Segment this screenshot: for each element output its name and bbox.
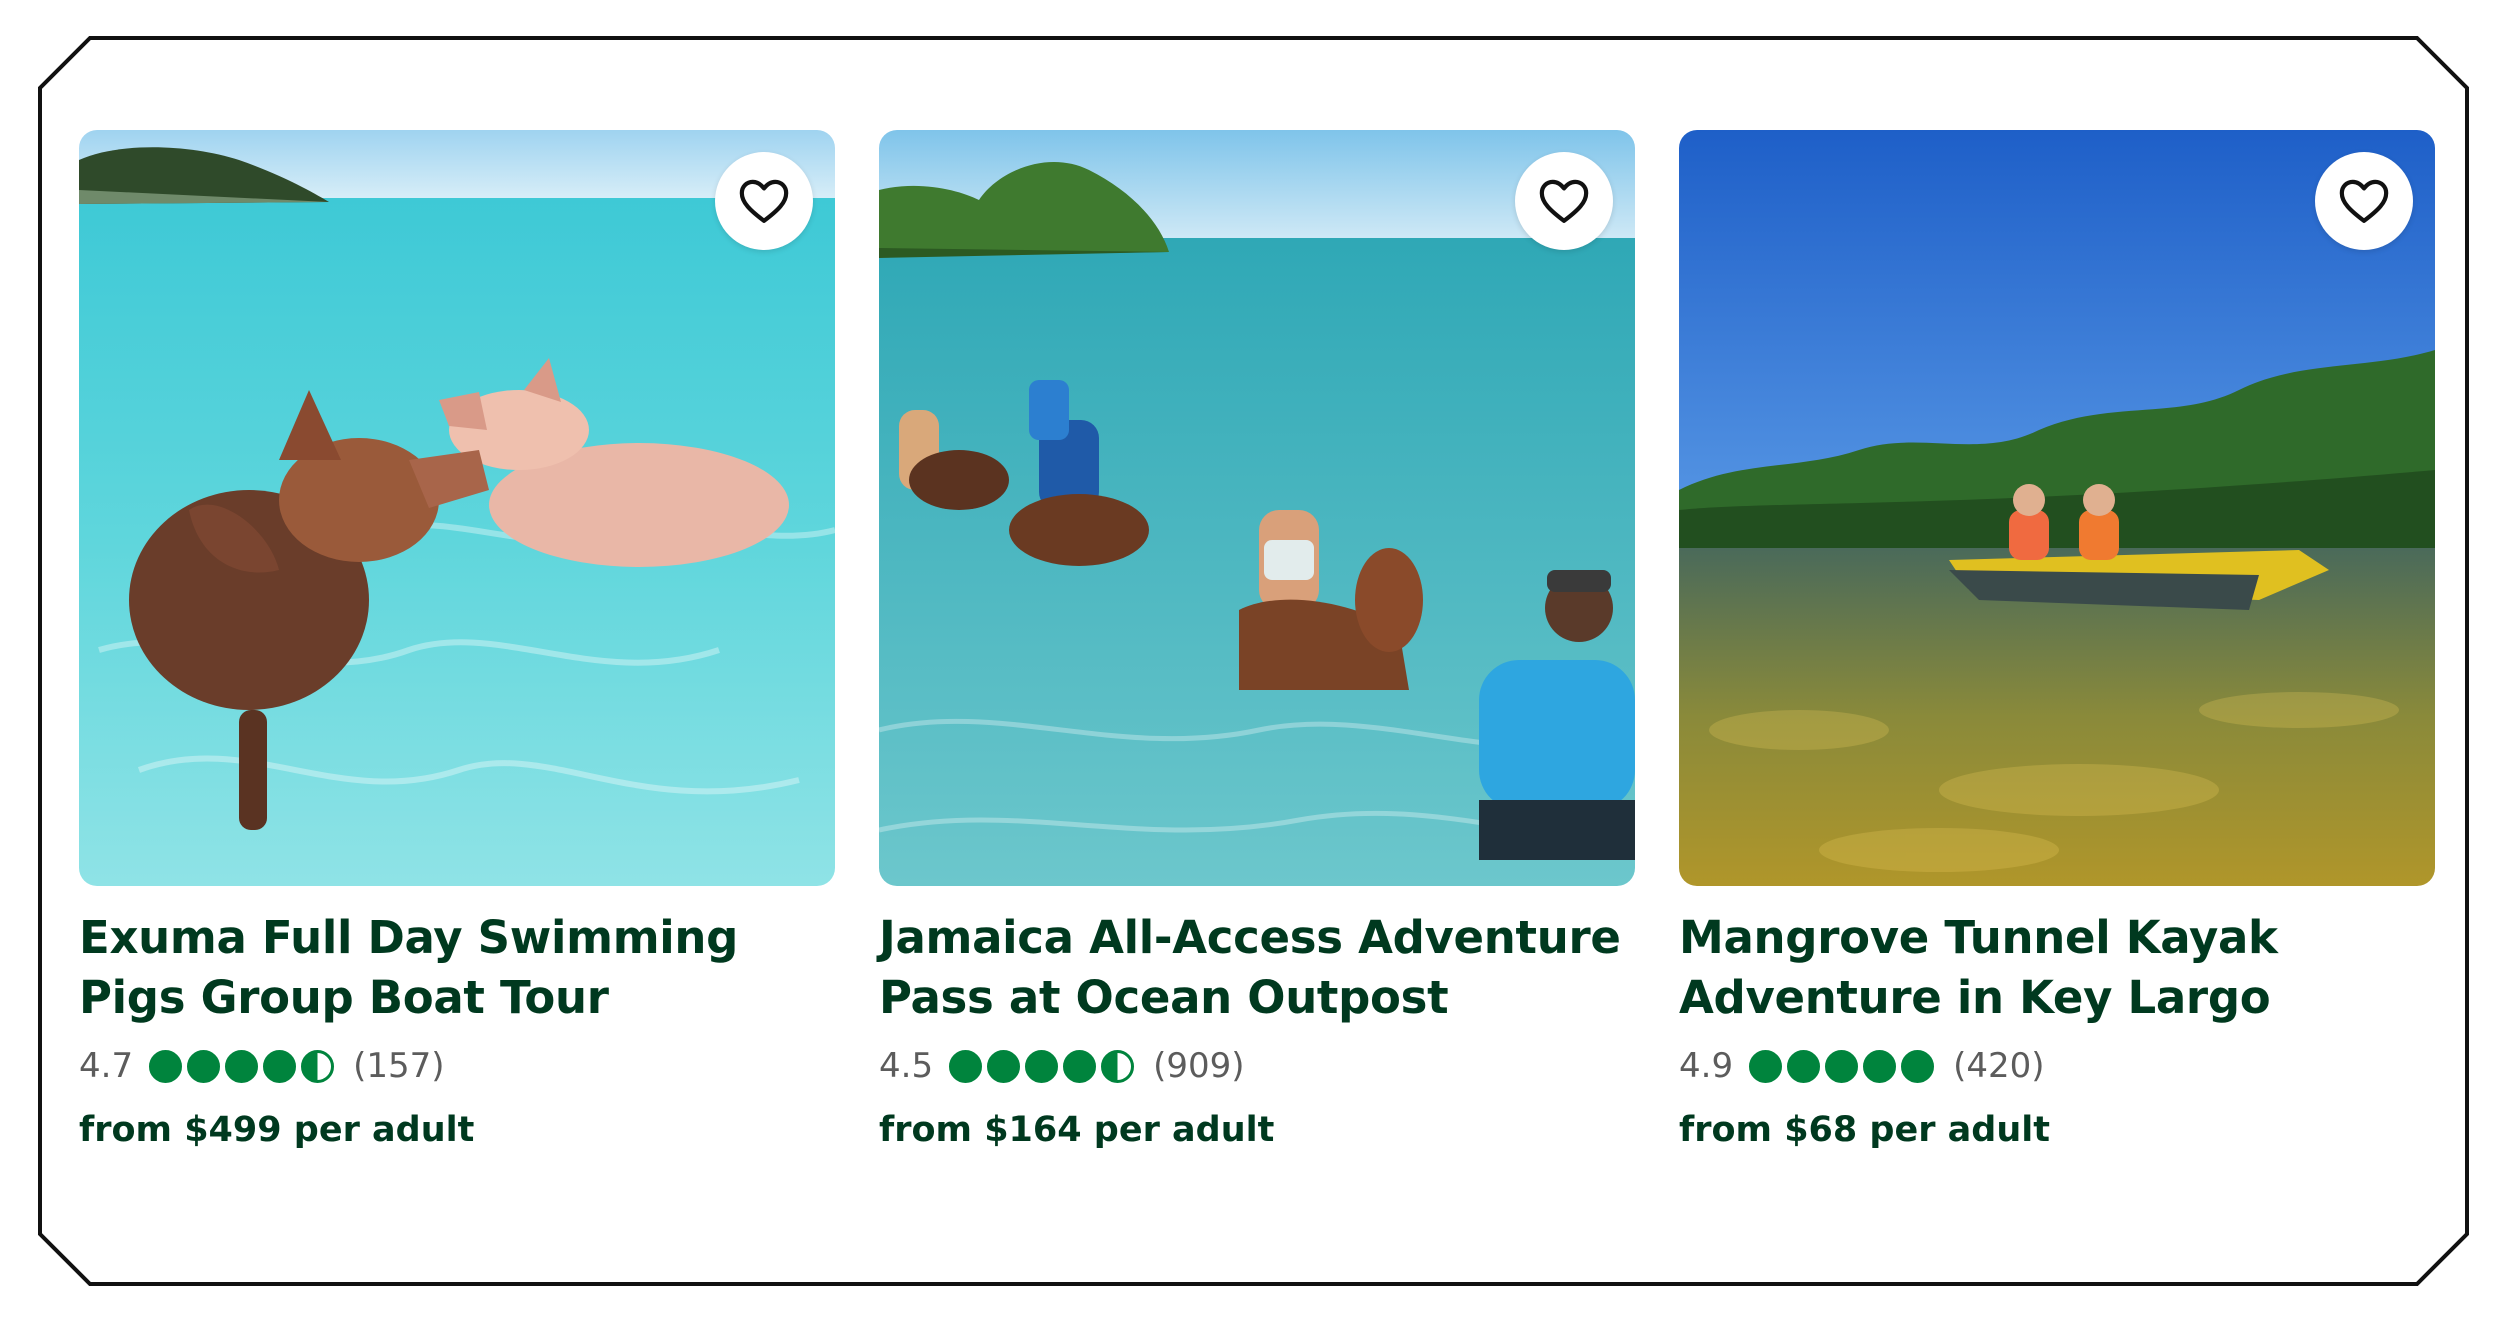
rating-bubble-icon	[1787, 1049, 1821, 1083]
rating-bubble-icon	[1063, 1049, 1097, 1083]
horseback-ocean-photo	[879, 130, 1635, 886]
product-price-1: from $499 per adult	[79, 1110, 475, 1150]
product-title-3[interactable]: Mangrove Tunnel Kayak Adventure in Key L…	[1679, 908, 2435, 1028]
rating-row-1: 4.7 (157)	[79, 1044, 835, 1088]
rating-bubble-icon	[225, 1049, 259, 1083]
product-card-3[interactable]: Mangrove Tunnel Kayak Adventure in Key L…	[1679, 130, 2435, 1150]
rating-bubble-icon	[149, 1049, 183, 1083]
review-count[interactable]: (420)	[1953, 1046, 2044, 1086]
product-title-1[interactable]: Exuma Full Day Swimming Pigs Group Boat …	[79, 908, 835, 1028]
rating-row-3: 4.9 (420)	[1679, 1044, 2435, 1088]
favorite-button-2[interactable]	[1515, 152, 1613, 250]
rating-bubble-icon	[187, 1049, 221, 1083]
rating-bubble-icon	[987, 1049, 1021, 1083]
product-card-2[interactable]: Jamaica All-Access Adventure Pass at Oce…	[879, 130, 1635, 1150]
rating-bubble-icon	[263, 1049, 297, 1083]
rating-score: 4.5	[879, 1046, 934, 1086]
heart-outline-icon	[739, 179, 789, 223]
mangrove-kayak-photo	[1679, 130, 2435, 886]
rating-bubble-icon	[1901, 1049, 1935, 1083]
rating-bubbles	[1749, 1049, 1939, 1083]
rating-bubble-icon	[1863, 1049, 1897, 1083]
rating-row-2: 4.5 (909)	[879, 1044, 1635, 1088]
rating-bubble-icon	[1025, 1049, 1059, 1083]
rating-bubbles	[149, 1049, 339, 1083]
rating-bubbles	[949, 1049, 1139, 1083]
review-count[interactable]: (909)	[1153, 1046, 1244, 1086]
swimming-pigs-photo	[79, 130, 835, 886]
favorite-button-1[interactable]	[715, 152, 813, 250]
rating-bubble-icon	[1749, 1049, 1783, 1083]
product-title-2[interactable]: Jamaica All-Access Adventure Pass at Oce…	[879, 908, 1635, 1028]
rating-bubble-half-icon	[301, 1049, 335, 1083]
heart-outline-icon	[1539, 179, 1589, 223]
product-price-2: from $164 per adult	[879, 1110, 1275, 1150]
heart-outline-icon	[2339, 179, 2389, 223]
rating-score: 4.9	[1679, 1046, 1734, 1086]
product-image-kayak[interactable]	[1679, 130, 2435, 886]
product-image-horseback-riding[interactable]	[879, 130, 1635, 886]
rating-bubble-half-icon	[1101, 1049, 1135, 1083]
rating-bubble-icon	[1825, 1049, 1859, 1083]
rating-bubble-icon	[949, 1049, 983, 1083]
product-price-3: from $68 per adult	[1679, 1110, 2050, 1150]
favorite-button-3[interactable]	[2315, 152, 2413, 250]
product-image-swimming-pigs[interactable]	[79, 130, 835, 886]
review-count[interactable]: (157)	[353, 1046, 444, 1086]
rating-score: 4.7	[79, 1046, 134, 1086]
product-card-1[interactable]: Exuma Full Day Swimming Pigs Group Boat …	[79, 130, 835, 1150]
